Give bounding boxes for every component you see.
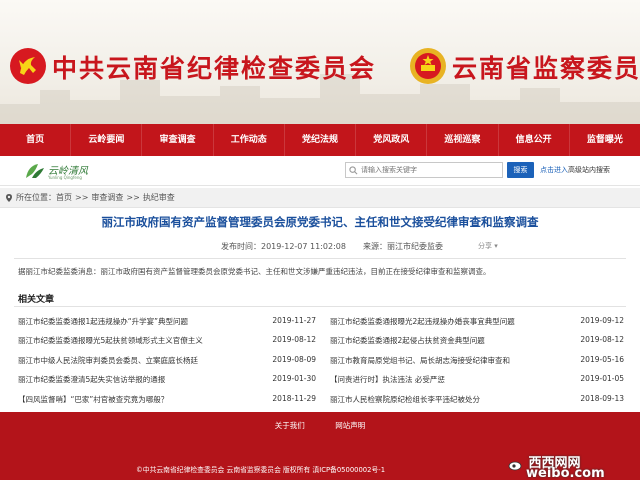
list-item[interactable]: 丽江市中级人民法院审判委员会委员、立案庭庭长杨廷 2019-08-09	[18, 353, 324, 372]
related-article-link[interactable]: 丽江市教育局原党组书记、局长胡志海接受纪律审查和	[330, 355, 510, 366]
nav-item-regulations[interactable]: 党纪法规	[285, 124, 357, 156]
related-article-date: 2019-09-12	[580, 316, 624, 325]
related-article-link[interactable]: 丽江市人民检察院原纪检组长李平违纪被处分	[330, 394, 480, 405]
nav-item-conduct[interactable]: 党风政风	[356, 124, 428, 156]
breadcrumb: 所在位置： 首页 >> 审查调查 >> 执纪审查	[0, 188, 640, 208]
list-item[interactable]: 丽江市纪委监委通报曝光5起扶贫领域形式主义官僚主义 2019-08-12	[18, 333, 324, 352]
watermark-main: weibo.com	[526, 466, 605, 480]
breadcrumb-investigation[interactable]: 审查调查	[91, 192, 123, 203]
breadcrumb-home[interactable]: 首页	[56, 192, 72, 203]
logo-subtext: Yunling Qingfeng	[48, 175, 82, 180]
nav-item-disclosure[interactable]: 信息公开	[499, 124, 570, 156]
search-input[interactable]	[361, 163, 501, 177]
list-item[interactable]: 丽江市人民检察院原纪检组长李平违纪被处分 2018-09-13	[330, 392, 632, 411]
nav-item-yunling-news[interactable]: 云岭要闻	[71, 124, 143, 156]
list-item[interactable]: 丽江市纪委监委通报曝光2起违规操办婚丧事宜典型问题 2019-09-12	[330, 314, 632, 333]
party-emblem-icon	[10, 48, 46, 84]
related-article-link[interactable]: 丽江市纪委监委通报曝光2起违规操办婚丧事宜典型问题	[330, 316, 515, 327]
related-article-date: 2019-01-05	[580, 374, 624, 384]
weibo-logo-icon	[508, 461, 522, 470]
list-item[interactable]: 【四风监督哨】“巴家”村官被查究竟为哪般？ 2018-11-29	[18, 392, 324, 411]
list-item[interactable]: 丽江市纪委监委通报1起违规操办“升学宴”典型问题 2019-11-27	[18, 314, 324, 333]
advanced-search: 点击进入高级站内搜索	[540, 165, 610, 175]
breadcrumb-discipline-review[interactable]: 执纪审查	[143, 192, 175, 203]
related-article-date: 2019-08-12	[580, 335, 624, 345]
copyright-text: ©中共云南省纪律检查委员会 云南省监察委员会 版权所有 滇ICP备0500000…	[136, 466, 386, 474]
nav-item-home[interactable]: 首页	[0, 124, 72, 156]
search-icon	[349, 166, 358, 175]
breadcrumb-separator: >>	[75, 193, 89, 202]
related-article-link[interactable]: 丽江市中级人民法院审判委员会委员、立案庭庭长杨廷	[18, 355, 198, 366]
article-meta: 发布时间：2019-12-07 11:02:08 来源：丽江市纪委监委 分享 ▾	[0, 241, 640, 253]
article-summary: 据丽江市纪委监委消息：丽江市政府国有资产监督管理委员会原党委书记、主任和世文涉嫌…	[18, 267, 491, 276]
list-item[interactable]: 【问责进行时】执法违法 必受严惩 2019-01-05	[330, 372, 632, 391]
related-articles-title: 相关文章	[18, 295, 55, 305]
nav-item-inspection[interactable]: 巡视巡察	[427, 124, 499, 156]
breadcrumb-separator: >>	[126, 193, 140, 202]
related-article-link[interactable]: 丽江市纪委监委通报2起侵占扶贫资金典型问题	[330, 335, 485, 346]
search-button[interactable]: 搜索	[507, 162, 534, 178]
national-emblem-icon	[410, 48, 446, 84]
article-title: 丽江市政府国有资产监督管理委员会原党委书记、主任和世文接受纪律审查和监察调查	[101, 215, 539, 229]
related-article-date: 2018-11-29	[272, 393, 316, 403]
article-divider	[14, 258, 626, 259]
leaf-logo-icon	[26, 164, 44, 178]
main-nav: 首页 云岭要闻 审查调查 工作动态 党纪法规 党风政风 巡视巡察 信息公开 监督…	[0, 124, 640, 156]
related-article-link[interactable]: 丽江市纪委监委澄清5起失实信访举报的通报	[18, 374, 165, 385]
related-article-date: 2019-11-27	[272, 316, 316, 325]
related-article-link[interactable]: 丽江市纪委监委通报曝光5起扶贫领域形式主义官僚主义	[18, 335, 203, 346]
related-article-link[interactable]: 丽江市纪委监委通报1起违规操办“升学宴”典型问题	[18, 316, 188, 327]
footer-links: 关于我们 网站声明	[0, 420, 640, 431]
related-divider	[14, 306, 626, 307]
related-article-link[interactable]: 【问责进行时】执法违法 必受严惩	[330, 374, 445, 385]
footer-link-about[interactable]: 关于我们	[275, 421, 305, 430]
footer-link-statement[interactable]: 网站声明	[335, 421, 365, 430]
related-article-date: 2019-08-12	[272, 335, 316, 345]
related-article-date: 2019-05-16	[580, 354, 624, 364]
nav-item-investigation[interactable]: 审查调查	[142, 124, 214, 156]
list-item[interactable]: 丽江市纪委监委澄清5起失实信访举报的通报 2019-01-30	[18, 372, 324, 391]
article-source: 来源：丽江市纪委监委	[363, 242, 443, 251]
related-article-link[interactable]: 【四风监督哨】“巴家”村官被查究竟为哪般？	[18, 394, 168, 405]
advanced-search-label: 高级站内搜索	[568, 166, 610, 174]
nav-item-work-updates[interactable]: 工作动态	[214, 124, 285, 156]
search-box	[345, 162, 503, 178]
location-pin-icon	[6, 193, 12, 202]
related-article-date: 2018-09-13	[580, 393, 624, 403]
nav-item-exposure[interactable]: 监督曝光	[570, 124, 640, 156]
advanced-search-link[interactable]: 点击进入	[540, 166, 568, 174]
related-list-right: 丽江市纪委监委通报曝光2起违规操办婚丧事宜典型问题 2019-09-12 丽江市…	[330, 314, 632, 411]
list-item[interactable]: 丽江市教育局原党组书记、局长胡志海接受纪律审查和 2019-05-16	[330, 353, 632, 372]
related-article-date: 2019-08-09	[272, 354, 316, 364]
share-button[interactable]: 分享 ▾	[478, 241, 498, 251]
publish-time: 发布时间：2019-12-07 11:02:08	[221, 242, 346, 251]
site-banner: 中共云南省纪律检查委员会 云南省监察委员会	[0, 0, 640, 124]
related-article-date: 2019-01-30	[272, 374, 316, 384]
list-item[interactable]: 丽江市纪委监委通报2起侵占扶贫资金典型问题 2019-08-12	[330, 333, 632, 352]
site-logo[interactable]: 云岭清风 Yunling Qingfeng	[24, 160, 104, 182]
banner-title-commission: 中共云南省纪律检查委员会	[52, 54, 377, 83]
related-list-left: 丽江市纪委监委通报1起违规操办“升学宴”典型问题 2019-11-27 丽江市纪…	[18, 314, 324, 411]
banner-title-supervision: 云南省监察委员会	[452, 54, 640, 83]
breadcrumb-prefix: 所在位置：	[16, 193, 56, 202]
